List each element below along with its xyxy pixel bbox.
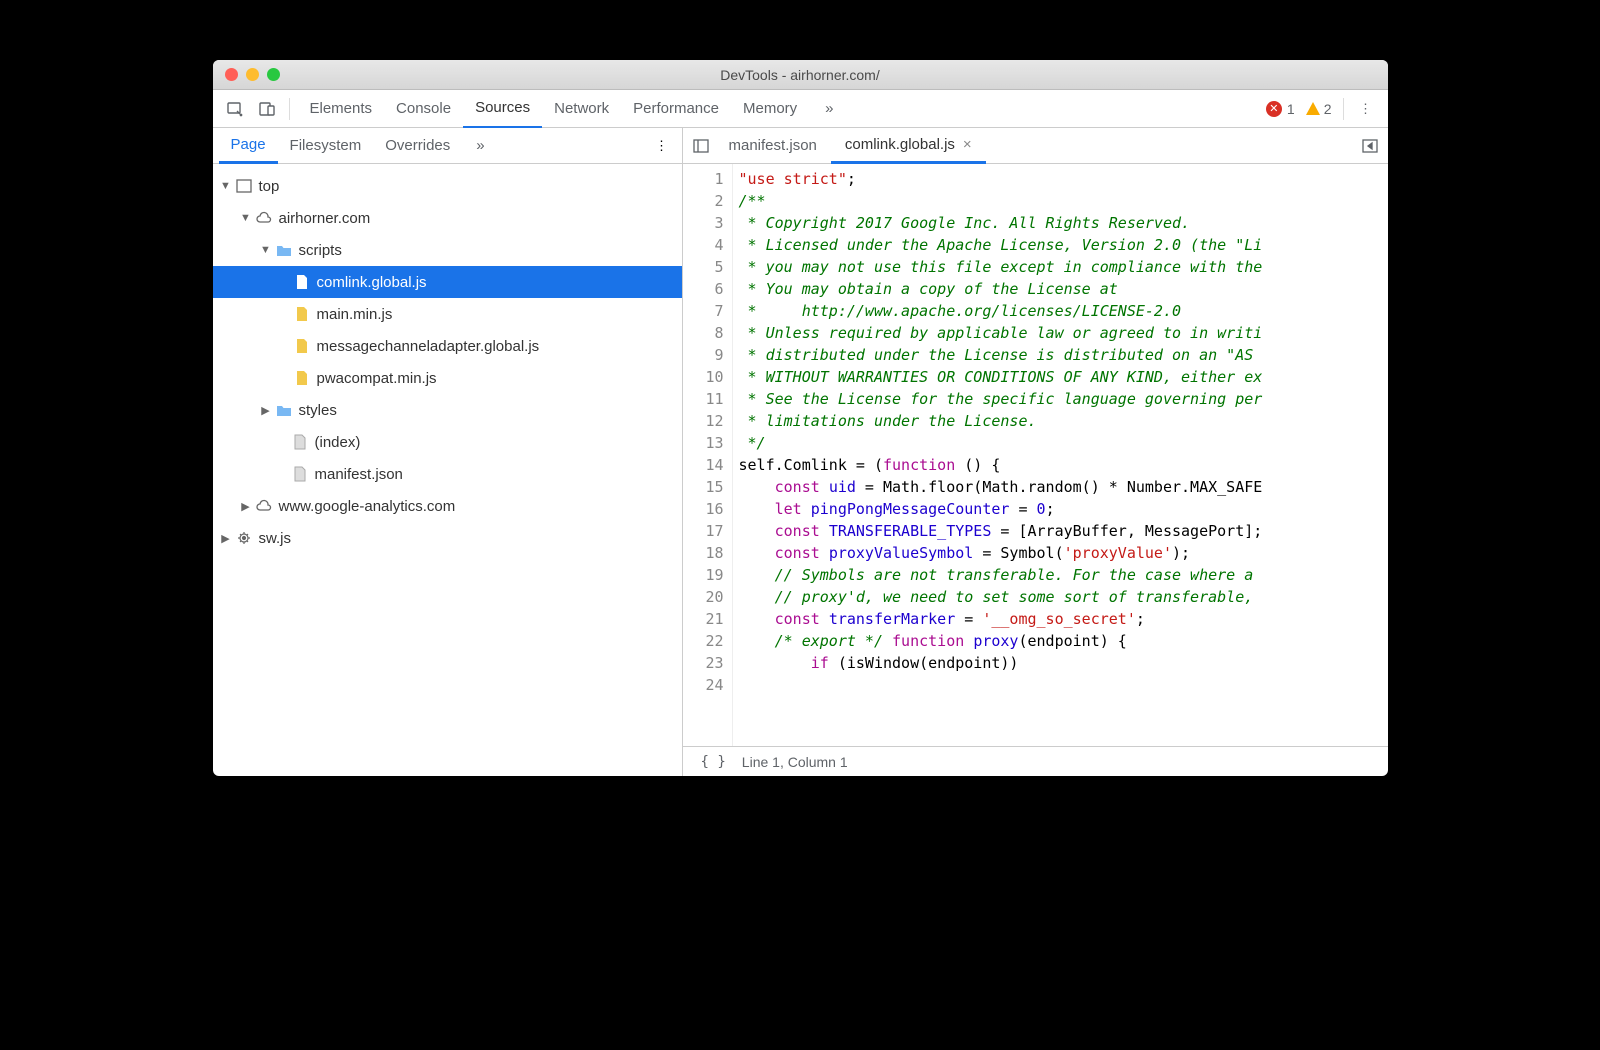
tab-memory[interactable]: Memory — [731, 90, 809, 128]
tree-service-worker[interactable]: ▶ sw.js — [213, 522, 682, 554]
show-debugger-icon[interactable] — [1356, 133, 1384, 159]
warning-icon — [1305, 101, 1321, 117]
line-number-gutter[interactable]: 123456789101112131415161718192021222324 — [683, 164, 733, 746]
tree-label: www.google-analytics.com — [279, 498, 456, 515]
window-minimize-button[interactable] — [246, 68, 259, 81]
navigator-tab-page[interactable]: Page — [219, 128, 278, 164]
js-file-icon — [293, 369, 311, 387]
editor-tab[interactable]: comlink.global.js × — [831, 128, 986, 164]
tree-frame-top[interactable]: ▼ top — [213, 170, 682, 202]
window-maximize-button[interactable] — [267, 68, 280, 81]
editor-tab[interactable]: manifest.json — [715, 128, 831, 164]
file-icon — [291, 433, 309, 451]
error-icon: ✕ — [1266, 101, 1282, 117]
tree-label: sw.js — [259, 530, 292, 547]
more-tabs-button[interactable]: » — [813, 90, 845, 128]
tree-file-index[interactable]: (index) — [213, 426, 682, 458]
error-count-value: 1 — [1287, 101, 1295, 117]
code-editor[interactable]: 123456789101112131415161718192021222324 … — [683, 164, 1388, 746]
navigator-tab-overrides[interactable]: Overrides — [373, 128, 462, 164]
separator — [1343, 98, 1344, 120]
error-count[interactable]: ✕ 1 — [1266, 101, 1295, 117]
tree-label: main.min.js — [317, 306, 393, 323]
editor-area: manifest.json comlink.global.js × 12345678… — [683, 128, 1388, 776]
js-file-icon — [293, 273, 311, 291]
window-title: DevTools - airhorner.com/ — [213, 67, 1388, 83]
tree-label: styles — [299, 402, 337, 419]
editor-tab-label: manifest.json — [729, 137, 817, 154]
navigator-sidebar: PageFilesystemOverrides » ⋮ ▼ top ▼ airh… — [213, 128, 683, 776]
editor-tabbar: manifest.json comlink.global.js × — [683, 128, 1388, 164]
tree-label: airhorner.com — [279, 210, 371, 227]
tree-label: (index) — [315, 434, 361, 451]
tree-label: messagechanneladapter.global.js — [317, 338, 540, 355]
devtools-window: DevTools - airhorner.com/ ElementsConsol… — [213, 60, 1388, 776]
pretty-print-button[interactable]: { } — [701, 754, 726, 770]
tree-label: scripts — [299, 242, 342, 259]
tree-file[interactable]: main.min.js — [213, 298, 682, 330]
content-area: PageFilesystemOverrides » ⋮ ▼ top ▼ airh… — [213, 128, 1388, 776]
js-file-icon — [293, 337, 311, 355]
tree-label: top — [259, 178, 280, 195]
disclosure-triangle-icon[interactable]: ▼ — [239, 212, 253, 224]
tab-network[interactable]: Network — [542, 90, 621, 128]
cloud-icon — [255, 497, 273, 515]
tree-label: comlink.global.js — [317, 274, 427, 291]
navigator-menu-icon[interactable]: ⋮ — [648, 133, 676, 159]
tree-file[interactable]: comlink.global.js — [213, 266, 682, 298]
warning-count-value: 2 — [1324, 101, 1332, 117]
editor-tab-label: comlink.global.js — [845, 136, 955, 153]
traffic-lights — [213, 68, 280, 81]
tab-console[interactable]: Console — [384, 90, 463, 128]
tab-elements[interactable]: Elements — [298, 90, 385, 128]
window-close-button[interactable] — [225, 68, 238, 81]
separator — [289, 98, 290, 120]
tree-folder-scripts[interactable]: ▼ scripts — [213, 234, 682, 266]
js-file-icon — [293, 305, 311, 323]
folder-icon — [275, 241, 293, 259]
navigator-tabs: PageFilesystemOverrides » ⋮ — [213, 128, 682, 164]
tree-label: pwacompat.min.js — [317, 370, 437, 387]
tree-domain[interactable]: ▼ airhorner.com — [213, 202, 682, 234]
settings-menu-icon[interactable]: ⋮ — [1352, 96, 1380, 122]
more-navigator-tabs[interactable]: » — [464, 128, 496, 164]
tree-folder-styles[interactable]: ▶ styles — [213, 394, 682, 426]
tree-domain-ga[interactable]: ▶ www.google-analytics.com — [213, 490, 682, 522]
inspect-icon[interactable] — [221, 96, 249, 122]
tree-file[interactable]: pwacompat.min.js — [213, 362, 682, 394]
cursor-position: Line 1, Column 1 — [742, 754, 848, 770]
gear-icon — [235, 529, 253, 547]
disclosure-triangle-icon[interactable]: ▼ — [259, 244, 273, 256]
file-tree: ▼ top ▼ airhorner.com ▼ scripts comlink.… — [213, 164, 682, 776]
tab-performance[interactable]: Performance — [621, 90, 731, 128]
cloud-icon — [255, 209, 273, 227]
device-toolbar-icon[interactable] — [253, 96, 281, 122]
show-navigator-icon[interactable] — [687, 133, 715, 159]
editor-statusbar: { } Line 1, Column 1 — [683, 746, 1388, 776]
folder-icon — [275, 401, 293, 419]
warning-count[interactable]: 2 — [1305, 101, 1332, 117]
tree-file[interactable]: messagechanneladapter.global.js — [213, 330, 682, 362]
titlebar: DevTools - airhorner.com/ — [213, 60, 1388, 90]
tab-sources[interactable]: Sources — [463, 90, 542, 128]
disclosure-triangle-icon[interactable]: ▶ — [239, 500, 253, 513]
code-content[interactable]: "use strict";/** * Copyright 2017 Google… — [733, 164, 1388, 746]
navigator-tab-filesystem[interactable]: Filesystem — [278, 128, 374, 164]
tree-file-manifest[interactable]: manifest.json — [213, 458, 682, 490]
main-toolbar: ElementsConsoleSourcesNetworkPerformance… — [213, 90, 1388, 128]
close-tab-icon[interactable]: × — [963, 136, 972, 153]
file-icon — [291, 465, 309, 483]
tree-label: manifest.json — [315, 466, 403, 483]
disclosure-triangle-icon[interactable]: ▼ — [219, 180, 233, 192]
disclosure-triangle-icon[interactable]: ▶ — [219, 532, 233, 545]
frame-icon — [235, 177, 253, 195]
disclosure-triangle-icon[interactable]: ▶ — [259, 404, 273, 417]
